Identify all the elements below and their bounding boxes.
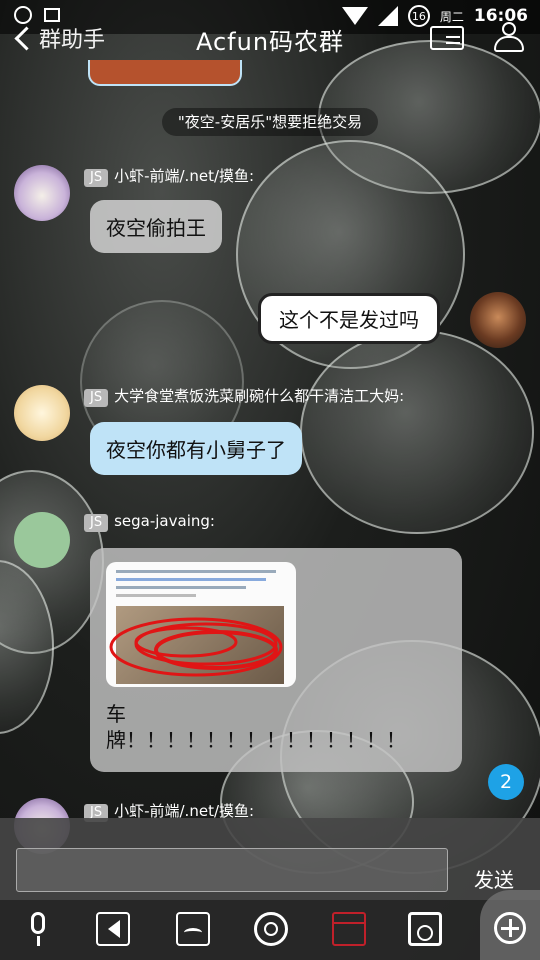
level-badge: JS — [84, 514, 109, 532]
record-icon[interactable] — [408, 912, 442, 946]
sender-name: sega-javaing: — [114, 512, 215, 530]
members-icon[interactable] — [492, 22, 528, 54]
avatar-self[interactable] — [470, 292, 526, 348]
title-bar: 群助手 Acfun码农群 — [0, 0, 540, 72]
send-button[interactable]: 发送 — [474, 864, 514, 893]
video-icon[interactable] — [96, 912, 130, 946]
avatar[interactable] — [14, 385, 70, 441]
input-bar: 发送 — [0, 818, 540, 900]
avatar[interactable] — [14, 165, 70, 221]
message-sender: JS 小虾-前端/.net/摸鱼: — [84, 165, 254, 187]
avatar[interactable] — [14, 512, 70, 568]
chat-wallpaper — [0, 0, 540, 960]
message-bubble[interactable]: 夜空偷拍王 — [90, 200, 222, 253]
group-info-icon[interactable] — [430, 26, 464, 50]
red-scribble — [109, 617, 283, 677]
message-bubble[interactable]: 车 牌！！！！！！！！！！！！！！ — [90, 548, 462, 772]
message-bubble-self[interactable]: 这个不是发过吗 — [258, 293, 440, 344]
level-badge: JS — [84, 389, 109, 407]
sender-name: 小虾-前端/.net/摸鱼: — [114, 167, 255, 185]
level-badge: JS — [84, 169, 109, 187]
toolbar — [0, 900, 540, 960]
message-text: 车 牌！！！！！！！！！！！！！！ — [106, 702, 406, 752]
previous-message-bubble — [88, 60, 242, 86]
plus-icon — [494, 912, 526, 944]
message-bubble[interactable]: 夜空你都有小舅子了 — [90, 422, 302, 475]
emoji-plus-button[interactable] — [480, 890, 540, 960]
unread-badge[interactable]: 2 — [488, 764, 524, 800]
sender-name: 大学食堂煮饭洗菜刷碗什么都干清洁工大妈: — [114, 387, 405, 405]
message-input[interactable] — [16, 848, 448, 892]
image-icon[interactable] — [176, 912, 210, 946]
system-message: "夜空-安居乐"想要拒绝交易 — [162, 108, 378, 136]
red-packet-icon[interactable] — [332, 912, 366, 946]
image-attachment[interactable] — [106, 562, 296, 687]
camera-icon[interactable] — [254, 912, 288, 946]
voice-icon[interactable] — [22, 912, 56, 946]
message-sender: JS sega-javaing: — [84, 512, 215, 532]
message-sender: JS 大学食堂煮饭洗菜刷碗什么都干清洁工大妈: — [84, 385, 404, 407]
